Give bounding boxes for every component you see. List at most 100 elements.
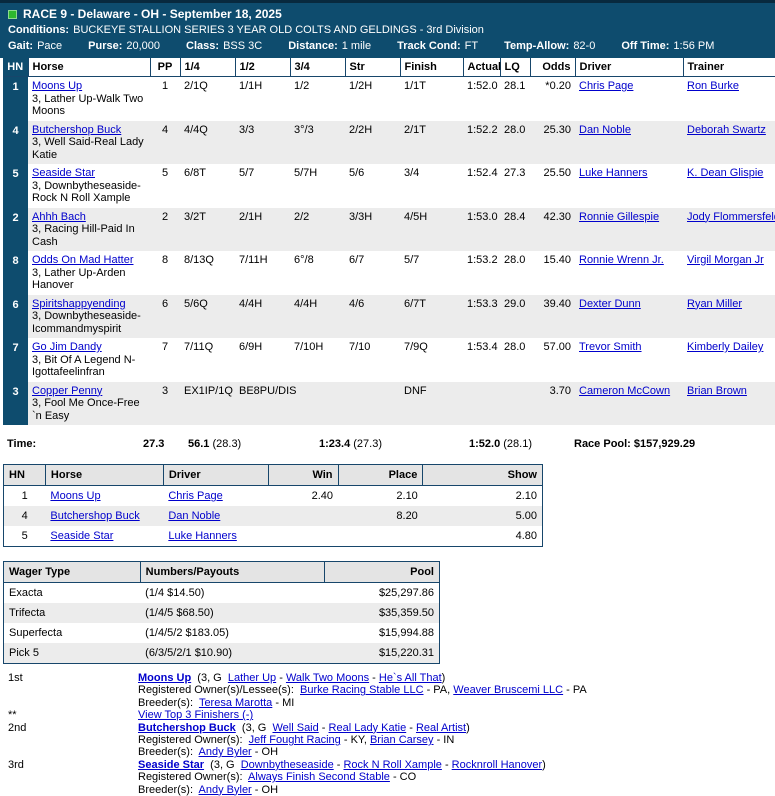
finisher-horse-link[interactable]: Moons Up	[138, 672, 191, 684]
owner-label: Registered Owner(s):	[138, 734, 249, 747]
horse-link[interactable]: Moons Up	[32, 80, 82, 92]
three-quarter-call-cell: 5/7H	[294, 167, 318, 179]
hn-cell: 8	[3, 251, 28, 295]
pedigree-link[interactable]: Real Artist	[416, 722, 466, 734]
trainer-link[interactable]: Deborah Swartz	[687, 124, 766, 136]
driver-cell: Trevor Smith	[575, 338, 683, 382]
actual-time-cell: 1:53.0	[463, 207, 500, 251]
finish-cell: 1/1T	[404, 80, 427, 92]
quarter-call-cell: 7/11Q	[184, 341, 214, 353]
horse-link[interactable]: Spiritshappyending	[32, 298, 126, 310]
three-quarter-call-cell: 2/2	[290, 207, 345, 251]
trainer-link[interactable]: Brian Brown	[687, 385, 747, 397]
view-top3-finishers-link[interactable]: View Top 3 Finishers (-)	[138, 709, 253, 721]
finish-cell: 4/5H	[400, 207, 463, 251]
trainer-link[interactable]: Ryan Miller	[687, 298, 742, 310]
breeder-link[interactable]: Andy Byler	[199, 746, 252, 758]
breeder-link[interactable]: Teresa Marotta	[199, 697, 272, 709]
race-title: RACE 9 - Delaware - OH - September 18, 2…	[23, 7, 282, 21]
payout-driver-link[interactable]: Dan Noble	[168, 510, 220, 522]
stretch-call-cell: 4/6	[345, 294, 400, 338]
owner-link[interactable]: Burke Racing Stable LLC	[300, 684, 424, 696]
horse-link[interactable]: Seaside Star	[32, 167, 95, 179]
col-header-3-4: 3/4	[289, 58, 345, 77]
driver-link[interactable]: Trevor Smith	[579, 341, 642, 353]
pedigree-link[interactable]: Lather Up	[228, 672, 276, 684]
driver-link[interactable]: Ronnie Wrenn Jr.	[579, 254, 664, 266]
owner-link[interactable]: Jeff Fought Racing	[249, 734, 341, 746]
trainer-link[interactable]: K. Dean Glispie	[687, 167, 763, 179]
stretch-call-cell: 2/2H	[345, 120, 400, 164]
payout-hn-cell: 4	[3, 506, 46, 526]
horse-link[interactable]: Ahhh Bach	[32, 211, 86, 223]
horse-pedigree: 3, Lather Up-Walk Two Moons	[32, 92, 144, 118]
conditions-label: Conditions:	[8, 24, 70, 36]
actual-time-cell	[463, 381, 500, 425]
race-status-icon	[8, 9, 17, 19]
pedigree-link[interactable]: Downbytheseaside	[241, 759, 334, 771]
result-row: 2 Ahhh Bach 3, Racing Hill-Paid In Cash 2 3/…	[3, 207, 775, 251]
hn-cell: 5	[3, 164, 28, 208]
owner-link[interactable]: Brian Carsey	[370, 734, 434, 746]
wager-type-cell: Superfecta	[9, 627, 63, 639]
trainer-link[interactable]: Ron Burke	[687, 80, 739, 92]
finisher-horse: Moons Up	[138, 672, 191, 684]
finisher-place-label	[8, 746, 138, 758]
half-call-cell: 4/4H	[235, 294, 290, 338]
breeder-link[interactable]: Andy Byler	[199, 784, 252, 796]
driver-link[interactable]: Dan Noble	[579, 124, 631, 136]
race-info-line: Gait: Pace Purse: 20,000 Class: BSS 3C Dist…	[8, 40, 767, 52]
pedigree-link[interactable]: Real Lady Katie	[329, 722, 407, 734]
finisher-place-label: 1st	[8, 672, 23, 684]
finisher-horse-link[interactable]: Seaside Star	[138, 759, 204, 771]
pedigree-link[interactable]: Walk Two Moons	[286, 672, 369, 684]
driver-link[interactable]: Dexter Dunn	[579, 298, 641, 310]
pp-cell: 5	[161, 167, 169, 179]
horse-cell: Spiritshappyending 3, Downbytheseaside-Ic…	[28, 294, 150, 338]
trainer-cell: Kimberly Dailey	[683, 338, 775, 382]
driver-cell: Chris Page	[575, 77, 683, 121]
payout-horse-link[interactable]: Moons Up	[50, 490, 100, 502]
horse-link[interactable]: Butchershop Buck	[32, 124, 121, 136]
owner-link[interactable]: Always Finish Second Stable	[248, 771, 390, 783]
driver-link[interactable]: Chris Page	[579, 80, 633, 92]
wager-type-cell: Pick 5	[3, 643, 141, 664]
last-quarter-cell: 28.0	[504, 341, 526, 353]
actual-time-cell: 1:52.2	[463, 120, 500, 164]
payout-horse-link[interactable]: Seaside Star	[50, 530, 113, 542]
actual-time-cell: 1:53.3	[463, 294, 500, 338]
trainer-link[interactable]: Virgil Morgan Jr	[687, 254, 764, 266]
owner-link[interactable]: Weaver Bruscemi LLC	[453, 684, 563, 696]
horse-pedigree: 3, Downbytheseaside-Rock N Roll Xample	[32, 179, 141, 205]
trainer-link[interactable]: Kimberly Dailey	[687, 341, 763, 353]
info-gait: Gait: Pace	[8, 40, 63, 52]
horse-link[interactable]: Odds On Mad Hatter	[32, 254, 134, 266]
place-cell: 2.10	[396, 490, 418, 502]
hn-cell: 2	[3, 207, 28, 251]
pedigree-link[interactable]: He`s All That	[379, 672, 442, 684]
hn-cell: 3	[3, 381, 28, 425]
payout-driver-link[interactable]: Chris Page	[168, 490, 222, 502]
payout-horse-link[interactable]: Butchershop Buck	[50, 510, 139, 522]
pedigree-link[interactable]: Rock N Roll Xample	[343, 759, 441, 771]
trainer-cell: Brian Brown	[683, 381, 775, 425]
finisher-title-row: 3rd Seaside Star (3, G Downbytheseaside -…	[8, 759, 775, 771]
trainer-link[interactable]: Jody Flommersfeld	[687, 211, 775, 223]
result-row: 6 Spiritshappyending 3, Downbytheseaside-I…	[3, 294, 775, 338]
horse-cell: Moons Up 3, Lather Up-Walk Two Moons	[28, 77, 150, 121]
driver-link[interactable]: Cameron McCown	[579, 385, 670, 397]
horse-link[interactable]: Copper Penny	[32, 385, 102, 397]
finisher-horse-link[interactable]: Butchershop Buck	[138, 722, 236, 734]
finisher-place-label	[8, 734, 138, 746]
driver-link[interactable]: Ronnie Gillespie	[579, 211, 659, 223]
payout-driver-cell: Chris Page	[163, 486, 268, 507]
owner-suffix: - KY,	[340, 734, 370, 747]
pedigree-link[interactable]: Well Said	[272, 722, 318, 734]
finisher-owner-row: Registered Owner(s): Jeff Fought Racing …	[8, 734, 775, 746]
pedigree-link[interactable]: Rocknroll Hanover	[452, 759, 542, 771]
horse-link[interactable]: Go Jim Dandy	[32, 341, 102, 353]
payout-driver-link[interactable]: Luke Hanners	[168, 530, 237, 542]
driver-link[interactable]: Luke Hanners	[579, 167, 648, 179]
results-header-row: HN Horse PP 1/4 1/2 3/4 Str Finish Actual LQ Odds D…	[3, 58, 775, 77]
odds-cell: 15.40	[543, 254, 571, 266]
